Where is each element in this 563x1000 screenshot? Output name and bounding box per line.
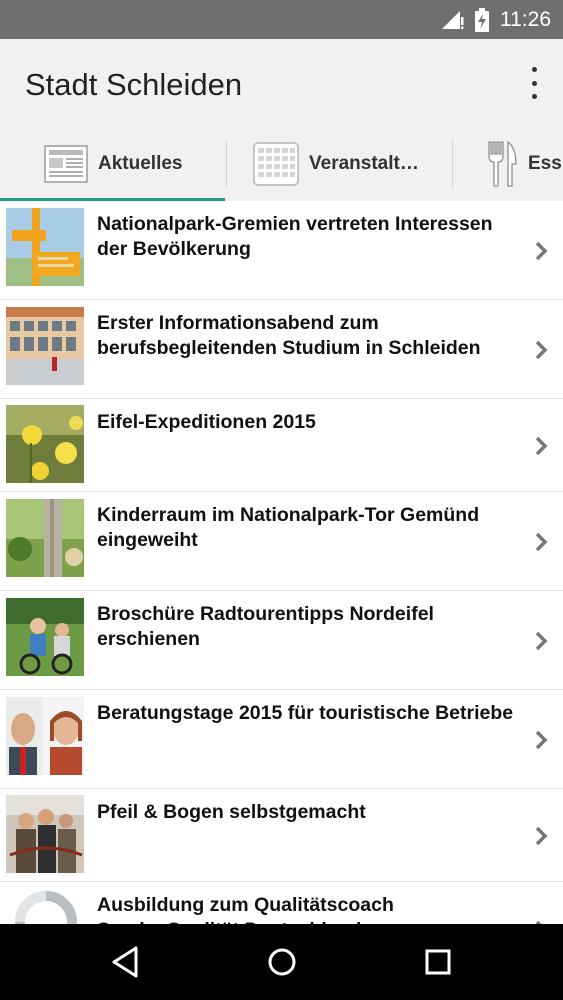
chevron-right-icon bbox=[535, 631, 548, 651]
list-item[interactable]: Broschüre Radtourentipps Nordeifel ersch… bbox=[0, 591, 563, 690]
newspaper-icon bbox=[44, 145, 88, 183]
news-title: Pfeil & Bogen selbstgemacht bbox=[97, 801, 366, 823]
tab-aktuelles-label: Aktuelles bbox=[98, 153, 183, 174]
tab-aktuelles[interactable]: Aktuelles bbox=[44, 127, 182, 201]
back-icon[interactable] bbox=[106, 942, 146, 982]
news-thumbnail bbox=[6, 795, 84, 873]
tab-veranstaltungen[interactable]: Veranstalt… bbox=[253, 127, 419, 201]
news-title: Broschüre Radtourentipps Nordeifel ersch… bbox=[97, 603, 434, 650]
chevron-right-icon bbox=[535, 730, 548, 750]
news-title: Nationalpark-Gremien vertreten Interesse… bbox=[97, 213, 493, 260]
list-item[interactable]: Eifel-Expeditionen 2015 bbox=[0, 399, 563, 492]
news-title: Erster Informationsabend zum berufsbegle… bbox=[97, 312, 481, 359]
home-icon[interactable] bbox=[262, 942, 302, 982]
tab-essen[interactable]: Ess bbox=[486, 127, 562, 201]
app-bar: Stadt Schleiden bbox=[0, 39, 563, 127]
list-item[interactable]: Pfeil & Bogen selbstgemacht bbox=[0, 789, 563, 882]
news-list: Nationalpark-Gremien vertreten Interesse… bbox=[0, 201, 563, 924]
signal-icon bbox=[442, 10, 464, 29]
news-title: Beratungstage 2015 für touristische Betr… bbox=[97, 702, 514, 724]
chevron-right-icon bbox=[535, 340, 548, 360]
overflow-menu-icon[interactable] bbox=[527, 67, 541, 99]
list-item[interactable]: Kinderraum im Nationalpark-Tor Gemünd ei… bbox=[0, 492, 563, 591]
news-thumbnail bbox=[6, 888, 84, 924]
tab-divider bbox=[226, 140, 227, 188]
news-thumbnail bbox=[6, 598, 84, 676]
battery-charging-icon bbox=[475, 7, 489, 32]
recents-icon[interactable] bbox=[418, 942, 458, 982]
news-title: Kinderraum im Nationalpark-Tor Gemünd ei… bbox=[97, 504, 480, 551]
news-thumbnail bbox=[6, 307, 84, 385]
tab-bar: Aktuelles Veranstalt… Ess bbox=[0, 127, 563, 201]
status-bar: 11:26 bbox=[0, 0, 563, 39]
app-title: Stadt Schleiden bbox=[25, 67, 243, 102]
news-thumbnail bbox=[6, 405, 84, 483]
chevron-right-icon bbox=[535, 436, 548, 456]
tab-divider bbox=[452, 140, 453, 188]
news-title: Eifel-Expeditionen 2015 bbox=[97, 411, 316, 433]
list-item[interactable]: Beratungstage 2015 für touristische Betr… bbox=[0, 690, 563, 789]
chevron-right-icon bbox=[535, 826, 548, 846]
news-thumbnail bbox=[6, 208, 84, 286]
list-item[interactable]: Nationalpark-Gremien vertreten Interesse… bbox=[0, 201, 563, 300]
fork-knife-icon bbox=[488, 140, 517, 187]
news-thumbnail bbox=[6, 499, 84, 577]
status-icons: 11:26 bbox=[440, 0, 551, 39]
news-thumbnail bbox=[6, 697, 84, 775]
chevron-right-icon bbox=[535, 532, 548, 552]
calendar-icon bbox=[253, 142, 299, 186]
chevron-right-icon bbox=[535, 241, 548, 261]
list-item[interactable]: Erster Informationsabend zum berufsbegle… bbox=[0, 300, 563, 399]
news-title: Ausbildung zum Qualitätscoach ServiceQua… bbox=[97, 894, 394, 924]
navigation-bar bbox=[0, 924, 563, 1000]
tab-essen-label: Ess bbox=[528, 153, 562, 174]
clock: 11:26 bbox=[500, 7, 551, 31]
tab-veranstaltungen-label: Veranstalt… bbox=[309, 153, 419, 174]
list-item[interactable]: Ausbildung zum Qualitätscoach ServiceQua… bbox=[0, 882, 563, 924]
